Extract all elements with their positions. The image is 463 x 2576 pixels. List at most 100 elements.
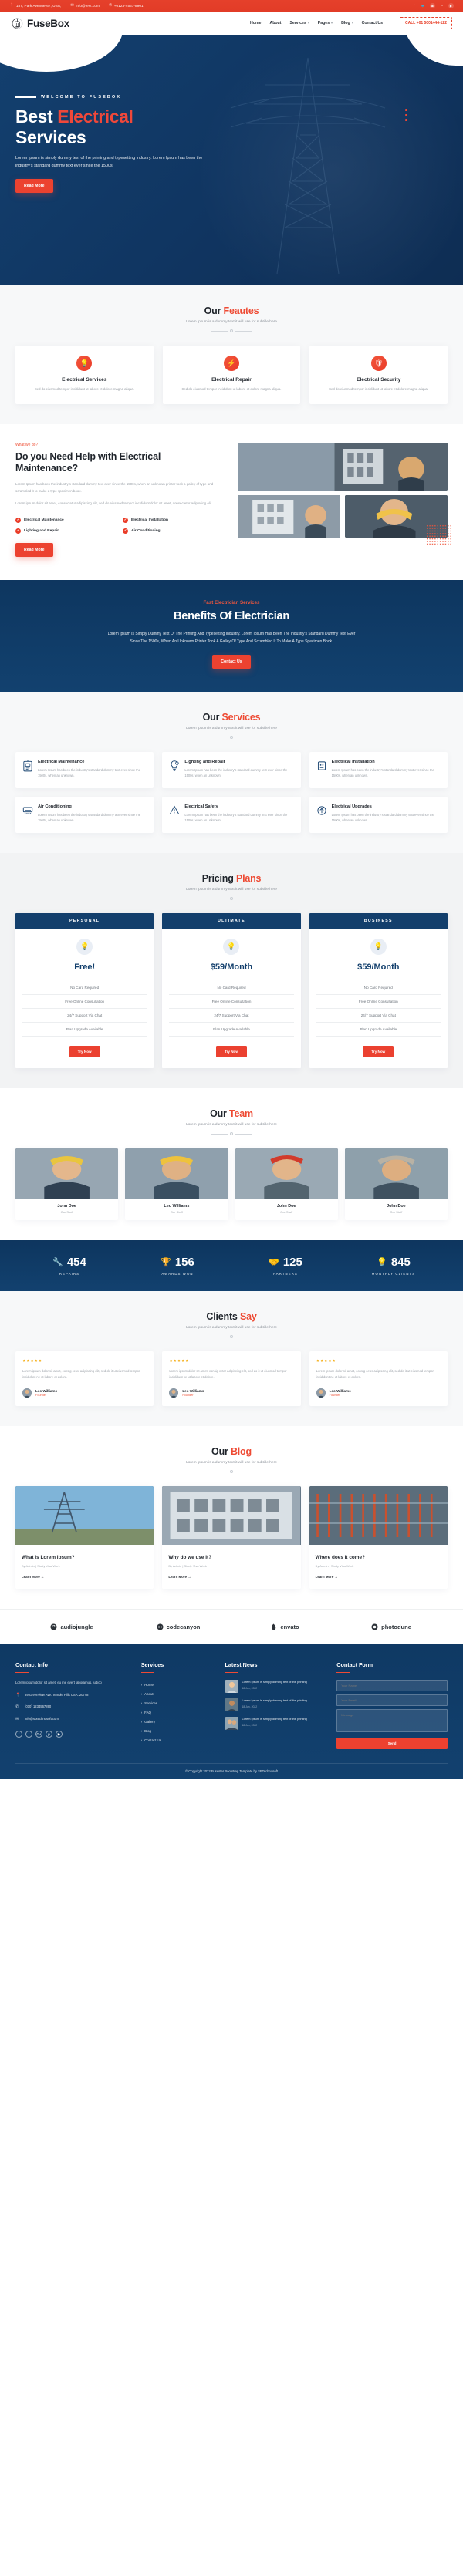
pricing-feature: 24/7 Support Via Chat <box>316 1009 441 1023</box>
service-card-text: Lorem Ipsum has been the industry's stan… <box>331 767 434 778</box>
counters-section: 🔧 454 REPAIRS 🏆 156 AWARDS WON 🤝 125 PARTNE… <box>0 1240 463 1292</box>
footer-phone-row[interactable]: ✆ (010) 1234567890 <box>15 1704 131 1711</box>
service-card[interactable]: Electrical Safety Lorem Ipsum has been th… <box>162 796 301 833</box>
check-circle-icon: ✓ <box>123 528 128 534</box>
topbar-phone[interactable]: ✆ +0123-4567-8901 <box>109 4 144 8</box>
phone-icon: ✆ <box>15 1704 19 1710</box>
service-card[interactable]: Electrical Upgrades Lorem Ipsum has been … <box>309 796 448 833</box>
topbar-email-text: info@test.com <box>76 4 100 8</box>
service-card[interactable]: Air Conditioning Lorem Ipsum has been the… <box>15 796 154 833</box>
contact-name-input[interactable] <box>336 1680 448 1692</box>
service-card[interactable]: Lighting and Repair Lorem Ipsum has been … <box>162 751 301 788</box>
pinterest-icon[interactable]: p <box>46 1731 52 1738</box>
youtube-icon[interactable]: ▶ <box>56 1731 63 1738</box>
team-member-card[interactable]: Leo Williams Our Staff <box>125 1148 228 1221</box>
facebook-icon[interactable]: f <box>411 3 417 8</box>
footer-contact-text: Lorem ipsum dolor sit amet, eu me evert … <box>15 1681 102 1685</box>
blog-learn-more-link[interactable]: Learn More → <box>316 1575 338 1579</box>
section-divider <box>15 1131 448 1135</box>
ac-unit-icon <box>22 804 33 824</box>
footer-latest-news: Latest News Lorem ipsum is simply dummy … <box>225 1661 327 1749</box>
feature-card[interactable]: 🛡 Electrical Security Sed do eiusmod tem… <box>309 346 448 404</box>
team-member-name: John Doe <box>57 1203 76 1209</box>
footer-news-item[interactable]: Lorem ipsum is simply dummy text of the … <box>225 1717 327 1731</box>
testimonials-grid: ★★★★★ Lorem ipsum dolor sit amet, consig… <box>15 1351 448 1406</box>
blog-card-title: What is Lorem Ipsum? <box>22 1555 75 1560</box>
features-title-accent: Feautes <box>223 305 259 316</box>
feature-card[interactable]: ⚡ Electrical Repair Sed do eiusmod tempo… <box>162 346 301 404</box>
blog-card[interactable]: 18June Why do we use it? By Admin | Stud… <box>162 1486 458 1780</box>
pricing-feature: No Card Required <box>169 981 294 995</box>
contact-email-input[interactable] <box>336 1694 448 1707</box>
facebook-icon[interactable]: f <box>15 1731 22 1738</box>
hero-read-more-button[interactable]: Read More <box>15 179 53 194</box>
contact-message-textarea[interactable] <box>336 1709 448 1733</box>
footer-link-gallery[interactable]: › Gallery <box>141 1717 215 1726</box>
help-read-more-button[interactable]: Read More <box>15 542 53 557</box>
pricing-card-name: BUSINESS <box>309 912 448 929</box>
benefits-contact-button[interactable]: Contact Us <box>212 654 251 669</box>
blog-card[interactable]: 18June What is Lorem Ipsum? By Admin | S… <box>15 1486 458 1780</box>
footer-link-contact-us[interactable]: › Contact Us <box>141 1735 215 1745</box>
topbar-email[interactable]: ✉ info@test.com <box>70 4 100 8</box>
pinterest-icon[interactable]: P <box>439 3 444 8</box>
counter-awards: 🏆 156 AWARDS WON <box>123 1256 231 1276</box>
pricing-try-now-button[interactable]: Try Now <box>216 1045 247 1057</box>
pricing-card-business: BUSINESS 💡 $59/Month No Card Required Fr… <box>309 912 448 1068</box>
footer-email-row[interactable]: ✉ info@sbtechnosoft.com <box>15 1716 131 1723</box>
footer-news-item[interactable]: Lorem ipsum is simply dummy text of the … <box>225 1680 327 1694</box>
blog-learn-more-link[interactable]: Learn More → <box>168 1575 191 1579</box>
chevron-right-icon: › <box>140 1701 143 1705</box>
footer-link-services[interactable]: › Services <box>141 1698 215 1708</box>
pricing-heading-block: Pricing Plans Lorem ipsum is a dummy tex… <box>15 873 448 900</box>
nav-item-about[interactable]: About <box>269 21 281 25</box>
team-member-card[interactable]: John Doe Our Staff <box>15 1148 119 1221</box>
pricing-try-now-button[interactable]: Try Now <box>69 1045 100 1057</box>
pricing-try-now-button[interactable]: Try Now <box>363 1045 394 1057</box>
help-section: What we do? Do you Need Help with Electr… <box>0 424 463 580</box>
twitter-icon[interactable]: 🐦 <box>421 3 426 8</box>
pricing-card-personal: PERSONAL 💡 Free! No Card Required Free O… <box>15 912 154 1068</box>
footer-link-home[interactable]: › Home <box>141 1680 215 1689</box>
service-card[interactable]: Electrical Maintenance Lorem Ipsum has be… <box>15 751 154 788</box>
footer-link-faq[interactable]: › FAQ <box>141 1708 215 1717</box>
nav-item-services[interactable]: Services <box>289 21 309 25</box>
nav-item-blog[interactable]: Blog <box>341 21 353 25</box>
service-card-title: Electrical Maintenance <box>38 759 85 764</box>
footer-link-blog[interactable]: › Blog <box>141 1726 215 1735</box>
service-card-title: Electrical Safety <box>184 804 218 809</box>
nav-item-pages[interactable]: Pages <box>318 21 333 25</box>
call-cta-button[interactable]: CALL +01 5001444-122 <box>400 17 452 29</box>
partner-codecanyon[interactable]: codecanyon <box>125 1623 231 1630</box>
bulb-icon: 💡 <box>370 938 387 955</box>
counter-partners: 🤝 125 PARTNERS <box>231 1256 340 1276</box>
news-thumbnail <box>225 1680 238 1694</box>
instagram-icon[interactable]: ◙ <box>430 3 435 8</box>
partner-audiojungle[interactable]: audiojungle <box>19 1623 125 1630</box>
nav-item-home[interactable]: Home <box>250 21 261 25</box>
footer-link-about[interactable]: › About <box>141 1689 215 1698</box>
blog-title: Our Blog <box>15 1446 448 1457</box>
blog-card[interactable]: 18June Where does it come? By Admin | St… <box>309 1486 458 1780</box>
footer-news-item[interactable]: Lorem ipsum is simply dummy text of the … <box>225 1698 327 1712</box>
partner-envato[interactable]: envato <box>231 1623 338 1630</box>
twitter-icon[interactable]: t <box>25 1731 32 1738</box>
check-circle-icon: ✓ <box>123 517 128 523</box>
section-divider <box>15 896 448 900</box>
check-item: ✓ Lighting and Repair <box>15 528 118 534</box>
footer-heading-rule <box>336 1672 350 1674</box>
team-heading-block: Our Team Lorem ipsum is a dummy text it … <box>15 1108 448 1135</box>
team-member-card[interactable]: John Doe Our Staff <box>235 1148 338 1221</box>
youtube-icon[interactable]: ▶ <box>448 3 454 8</box>
team-grid: John Doe Our Staff Leo Williams Our Staff … <box>15 1148 448 1221</box>
team-member-card[interactable]: John Doe Our Staff <box>344 1148 448 1221</box>
partner-photodune[interactable]: photodune <box>338 1623 444 1630</box>
google-plus-icon[interactable]: G+ <box>35 1731 42 1738</box>
nav-item-contact-us[interactable]: Contact Us <box>362 21 383 25</box>
codecanyon-icon <box>157 1623 164 1630</box>
contact-send-button[interactable]: Send <box>336 1738 448 1750</box>
service-card[interactable]: Electrical Installation Lorem Ipsum has b… <box>309 751 448 788</box>
feature-card[interactable]: 💡 Electrical Services Sed do eiusmod tem… <box>15 346 154 404</box>
brand-logo[interactable]: FuseBox <box>11 17 69 30</box>
blog-learn-more-link[interactable]: Learn More → <box>22 1575 44 1579</box>
